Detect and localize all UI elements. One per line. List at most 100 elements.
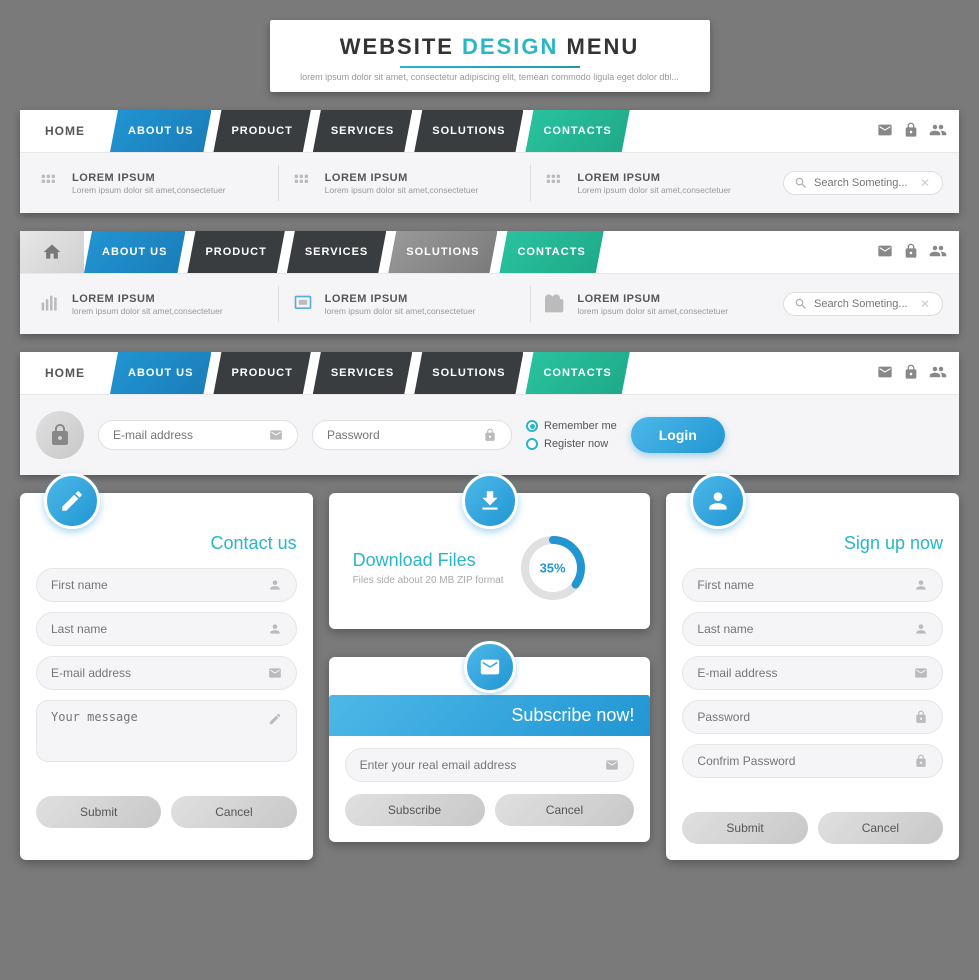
widget-divider-1 [278,165,279,201]
password-icon [483,428,497,442]
signup-submit-button[interactable]: Submit [682,812,807,844]
subscribe-button[interactable]: Subscribe [345,794,485,826]
search-icon-2 [794,297,808,311]
signup-confirm-input[interactable] [697,754,906,768]
widget-divider-2 [530,165,531,201]
widget-divider-4 [530,286,531,322]
nav2-widget-1-desc: lorem ipsum dolor sit amet,consectetuer [72,306,268,316]
search-box-1: ✕ [783,171,943,195]
nav-about-3[interactable]: ABOUT US [110,352,211,394]
register-radio[interactable] [526,438,538,450]
widget-1-desc: Lorem ipsum dolor sit amet,consectetuer [72,185,268,195]
nav2-widget-2-title: LOREM IPSUM [325,293,521,305]
lastname-field [36,612,297,646]
firstname-field [36,568,297,602]
mail-icon-3[interactable] [877,364,893,383]
nav-contacts-3[interactable]: CONTACTS [525,352,629,394]
signup-password-input[interactable] [697,710,906,724]
widget-3: LOREM IPSUM Lorem ipsum dolor sit amet,c… [541,169,773,197]
remember-radio[interactable] [526,420,538,432]
subscribe-title: Subscribe now! [511,705,634,726]
users-icon[interactable] [929,121,947,142]
lock-icon-2[interactable] [903,243,919,262]
progress-label: 35% [540,561,566,576]
nav2-widget-1-title: LOREM IPSUM [72,293,268,305]
pencil-icon [59,488,85,514]
contact-cancel-button[interactable]: Cancel [171,796,296,828]
subscribe-email-input[interactable] [360,758,598,772]
nav-product-1[interactable]: PRODUCT [213,110,310,152]
widget-2-3: LOREM IPSUM lorem ipsum dolor sit amet,c… [541,290,773,318]
pencil-icon-2 [268,712,282,726]
lastname-input[interactable] [51,622,260,636]
message-field [36,700,297,762]
signup-lastname-input[interactable] [697,622,906,636]
lock-icon-signup [914,710,928,724]
firstname-input[interactable] [51,578,260,592]
subscribe-mail-icon-2 [605,758,619,772]
nav-product-2[interactable]: PRODUCT [187,231,284,273]
lock-icon-confirm [914,754,928,768]
mail-icon[interactable] [877,122,893,141]
nav-contacts-2[interactable]: CONTACTS [499,231,603,273]
password-input[interactable] [327,428,475,442]
email-input[interactable] [113,428,261,442]
signup-email-input[interactable] [697,666,906,680]
users-icon-3[interactable] [929,363,947,384]
nav2-widget-3-desc: lorem ipsum dolor sit amet,consectetuer [577,306,773,316]
login-button[interactable]: Login [631,417,725,453]
nav-contacts-1[interactable]: CONTACTS [525,110,629,152]
lock-icon-3[interactable] [903,364,919,383]
nav-about-1[interactable]: ABOUT US [110,110,211,152]
search-input-2[interactable] [814,298,914,310]
contact-email-input[interactable] [51,666,260,680]
download-icon-circle [462,473,518,529]
nav-solutions-1[interactable]: SOLUTIONS [414,110,523,152]
progress-circle: 35% [518,533,588,603]
mail-icon-2[interactable] [877,243,893,262]
widget-1: LOREM IPSUM Lorem ipsum dolor sit amet,c… [36,169,268,197]
nav-services-2[interactable]: SERVICES [287,231,386,273]
signup-firstname-input[interactable] [697,578,906,592]
nav-home-icon-2[interactable] [20,231,84,273]
nav-product-3[interactable]: PRODUCT [213,352,310,394]
download-desc: Files side about 20 MB ZIP format [353,575,504,586]
widget-3-desc: Lorem ipsum dolor sit amet,consectetuer [577,185,773,195]
contact-email-field [36,656,297,690]
nav-services-1[interactable]: SERVICES [313,110,412,152]
title-banner: WEBSITE DESIGN MENU lorem ipsum dolor si… [270,20,710,92]
nav2-widget-3-title: LOREM IPSUM [577,293,773,305]
contact-icon-circle [44,473,100,529]
nav-solutions-2[interactable]: SOLUTIONS [388,231,497,273]
signup-cancel-button[interactable]: Cancel [818,812,943,844]
nav2-widget-2-desc: lorem ipsum dolor sit amet,consectetuer [325,306,521,316]
contact-submit-button[interactable]: Submit [36,796,161,828]
nav-home-1[interactable]: HOME [20,110,110,152]
subscribe-cancel-button[interactable]: Cancel [495,794,635,826]
search-clear-1[interactable]: ✕ [920,176,930,190]
signup-confirm-field [682,744,943,778]
download-title: Download Files [353,550,504,571]
signup-password-field [682,700,943,734]
search-icon-1 [794,176,808,190]
message-input[interactable] [51,710,260,752]
nav-services-3[interactable]: SERVICES [313,352,412,394]
search-clear-2[interactable]: ✕ [920,297,930,311]
subscribe-mail-icon [479,656,501,678]
email-icon [269,428,283,442]
avatar-icon [705,488,731,514]
title-highlight: DESIGN [462,34,558,59]
password-field [312,420,512,450]
nav-about-2[interactable]: ABOUT US [84,231,185,273]
remember-label[interactable]: Remember me [526,420,617,432]
search-input-1[interactable] [814,177,914,189]
nav-solutions-3[interactable]: SOLUTIONS [414,352,523,394]
subscribe-panel: Subscribe now! Subscribe Cancel [329,657,651,842]
radio-group: Remember me Register now [526,420,617,450]
search-box-2: ✕ [783,292,943,316]
lock-icon[interactable] [903,122,919,141]
nav-home-3[interactable]: HOME [20,352,110,394]
widget-divider-3 [278,286,279,322]
register-label[interactable]: Register now [526,438,617,450]
users-icon-2[interactable] [929,242,947,263]
